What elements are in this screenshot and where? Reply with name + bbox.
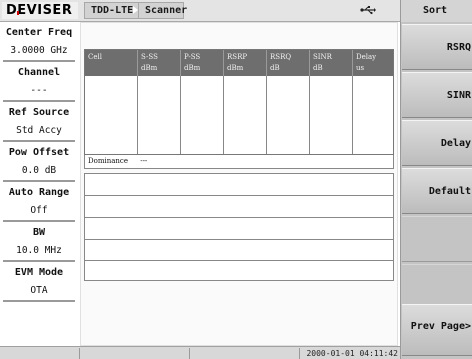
softkey-panel: Sort RSRQ SINR Delay Default Prev Page> [400, 0, 472, 359]
column-unit: dB [313, 64, 323, 72]
param-divider [3, 220, 75, 222]
softkey-delay[interactable]: Delay [402, 120, 472, 166]
row-divider [85, 260, 393, 261]
softkey-rsrq[interactable]: RSRQ [402, 24, 472, 70]
row-divider [85, 217, 393, 218]
param-label-pow-offset[interactable]: Pow Offset [0, 144, 78, 162]
param-value-pow-offset: 0.0 dB [21, 165, 57, 176]
parameter-panel: Center Freq 3.0000 GHz Channel --- Ref Sourc… [0, 22, 78, 346]
param-divider [3, 260, 75, 262]
param-value-bw: 10.0 MHz [16, 245, 62, 256]
param-divider [3, 100, 75, 102]
column-header-sinr[interactable]: SINR dB [309, 50, 352, 76]
softkey-menu-title: Sort [401, 0, 472, 22]
tab-scanner[interactable]: Scanner [138, 2, 187, 19]
table-header: Cell S-SS dBm P-SS dBm RSRP dBm RSRQ dB SINR dB Del… [85, 50, 393, 76]
dominance-row: Dominance --- [84, 155, 394, 169]
brand-logo: DEVISER [2, 2, 78, 19]
measurement-area: Cell S-SS dBm P-SS dBm RSRP dBm RSRQ dB SINR dB Del… [80, 22, 398, 346]
column-name: SINR [313, 53, 332, 61]
param-label-center-freq[interactable]: Center Freq [0, 24, 78, 42]
usb-icon [360, 6, 376, 15]
column-header-delay[interactable]: Delay us [352, 50, 393, 76]
column-name: Cell [88, 53, 102, 61]
column-divider [309, 76, 310, 154]
param-label-auto-range[interactable]: Auto Range [0, 184, 78, 202]
column-divider [180, 76, 181, 154]
param-divider [3, 140, 75, 142]
column-unit: us [356, 64, 365, 72]
column-divider [266, 76, 267, 154]
column-divider [223, 76, 224, 154]
status-segment [80, 348, 190, 359]
param-value-auto-range: Off [30, 205, 48, 216]
softkey-prev-page[interactable]: Prev Page> [402, 304, 472, 356]
breadcrumb-arrow-icon [133, 6, 138, 14]
param-label-evm-mode[interactable]: EVM Mode [0, 264, 78, 282]
column-header-rsrp[interactable]: RSRP dBm [223, 50, 266, 76]
param-divider [3, 60, 75, 62]
softkey-blank[interactable] [402, 216, 472, 262]
param-value-channel: --- [30, 85, 48, 96]
param-value-ref-source: Std Accy [16, 125, 62, 136]
logo-accent-mark [17, 11, 19, 15]
column-divider [352, 76, 353, 154]
top-bar: DEVISER TDD-LTE Scanner [0, 0, 400, 22]
column-header-cell[interactable]: Cell [85, 50, 137, 76]
column-header-s-ss[interactable]: S-SS dBm [137, 50, 180, 76]
row-divider [85, 195, 393, 196]
row-divider [85, 239, 393, 240]
softkey-sinr[interactable]: SINR [402, 72, 472, 118]
param-label-ref-source[interactable]: Ref Source [0, 104, 78, 122]
column-name: RSRP [227, 53, 248, 61]
status-bar: 2000-01-01 04:11:42 [0, 346, 400, 359]
column-unit: dBm [184, 64, 201, 72]
status-segment [0, 348, 80, 359]
column-unit: dBm [141, 64, 158, 72]
column-unit: dBm [227, 64, 244, 72]
column-name: RSRQ [270, 53, 292, 61]
param-label-bw[interactable]: BW [0, 224, 78, 242]
column-header-p-ss[interactable]: P-SS dBm [180, 50, 223, 76]
param-value-center-freq: 3.0000 GHz [10, 45, 68, 56]
cell-detail-list [84, 173, 394, 281]
column-unit: dB [270, 64, 280, 72]
column-divider [137, 76, 138, 154]
timestamp: 2000-01-01 04:11:42 [306, 349, 398, 358]
brand-name: DEVISER [6, 3, 73, 18]
param-divider [3, 180, 75, 182]
dominance-label: Dominance [88, 157, 128, 165]
cell-results-table: Cell S-SS dBm P-SS dBm RSRP dBm RSRQ dB SINR dB Del… [84, 49, 394, 155]
column-name: S-SS [141, 53, 158, 61]
column-name: Delay [356, 53, 377, 61]
dominance-value: --- [140, 157, 148, 165]
softkey-default[interactable]: Default [402, 168, 472, 214]
param-label-channel[interactable]: Channel [0, 64, 78, 82]
param-divider [3, 300, 75, 302]
column-name: P-SS [184, 53, 201, 61]
param-value-evm-mode: OTA [30, 285, 48, 296]
status-segment [190, 348, 300, 359]
column-header-rsrq[interactable]: RSRQ dB [266, 50, 309, 76]
